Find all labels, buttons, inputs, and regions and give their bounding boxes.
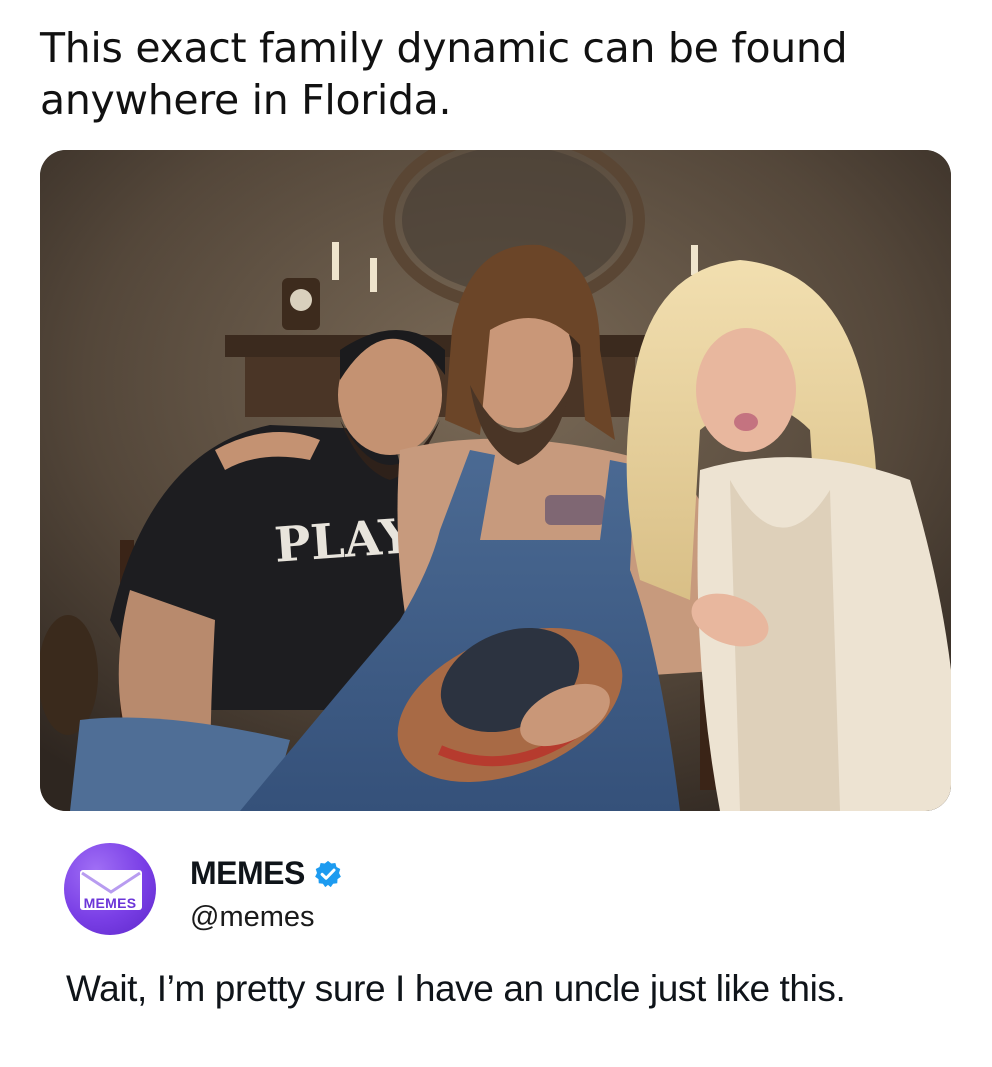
- avatar-label: MEMES: [83, 895, 137, 911]
- verified-badge-icon: [314, 860, 341, 887]
- family-portrait-image: PLAY: [40, 150, 951, 811]
- tweet-text: Wait, I’m pretty sure I have an uncle ju…: [66, 968, 846, 1009]
- post-photo[interactable]: PLAY: [40, 150, 951, 811]
- post-caption: This exact family dynamic can be found a…: [40, 24, 848, 124]
- author-handle[interactable]: @memes: [190, 901, 315, 934]
- shirt-print-text: PLAY: [273, 508, 416, 574]
- avatar[interactable]: MEMES: [64, 843, 156, 935]
- author-name[interactable]: MEMES: [190, 855, 305, 892]
- tweet-author[interactable]: MEMES MEMES @memes: [64, 843, 944, 943]
